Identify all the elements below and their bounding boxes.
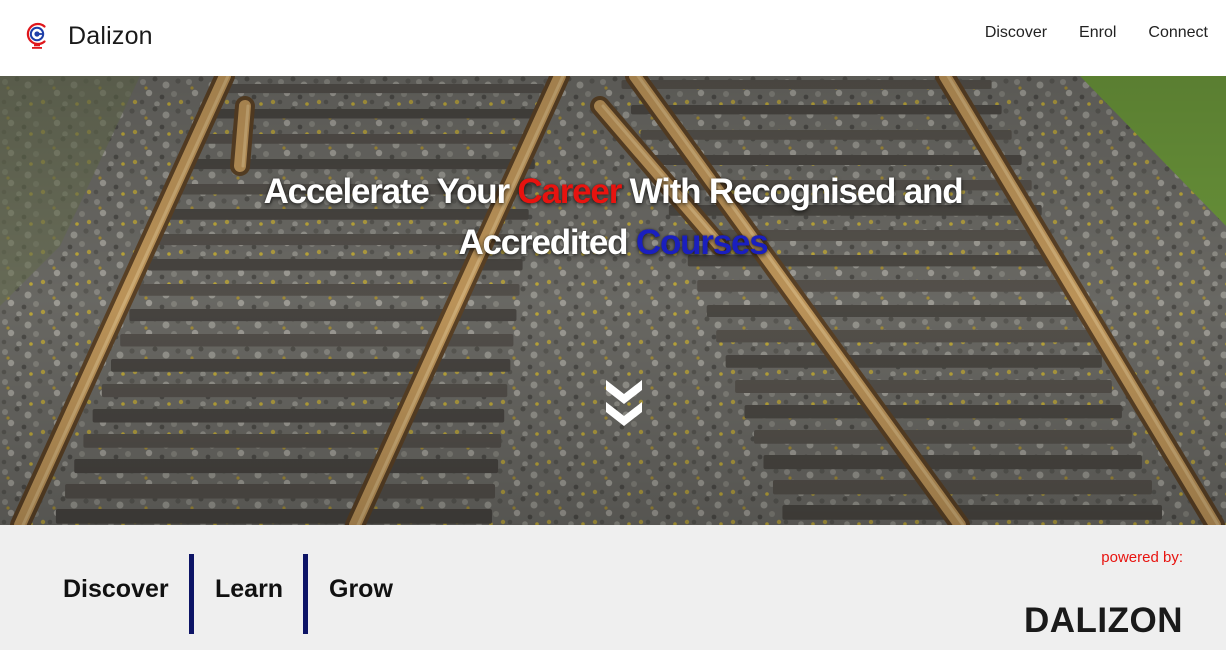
nav-discover-link[interactable]: Discover <box>985 24 1047 42</box>
hero-headline-line-1: Accelerate Your Career With Recognised a… <box>0 166 1226 217</box>
main-nav: Discover Enrol Connect <box>953 24 1208 42</box>
brand-home-link[interactable]: Dalizon <box>24 20 153 52</box>
powered-by-brand: DALIZON <box>1023 601 1183 640</box>
brand-name: Dalizon <box>68 21 153 50</box>
headline-text-1b: With Recognised and <box>621 172 964 211</box>
headline-highlight-courses: Courses <box>635 223 769 262</box>
headline-text-1a: Accelerate Your <box>263 172 518 211</box>
pillar-grow: Grow <box>329 575 393 603</box>
nav-enrol-link[interactable]: Enrol <box>1079 24 1116 42</box>
globe-icon <box>26 22 46 49</box>
site-header: Dalizon Discover Enrol Connect <box>0 0 1226 76</box>
hero-headline-line-2: Accredited Courses <box>0 217 1226 268</box>
powered-by-label: powered by: <box>1101 549 1183 566</box>
headline-text-2a: Accredited <box>458 223 636 262</box>
hero-section: Accelerate Your Career With Recognised a… <box>0 76 1226 525</box>
pillar-divider <box>303 554 308 634</box>
double-chevron-down-icon[interactable] <box>602 376 646 430</box>
pillar-learn: Learn <box>215 575 284 603</box>
headline-highlight-career: Career <box>517 172 622 211</box>
hero-headline: Accelerate Your Career With Recognised a… <box>0 166 1226 268</box>
tagline-band: Discover Learn Grow powered by: DALIZON <box>0 525 1226 650</box>
pillar-discover: Discover <box>63 575 169 603</box>
nav-connect-link[interactable]: Connect <box>1148 24 1208 42</box>
hero-background-image <box>0 76 1226 525</box>
pillar-divider <box>189 554 194 634</box>
